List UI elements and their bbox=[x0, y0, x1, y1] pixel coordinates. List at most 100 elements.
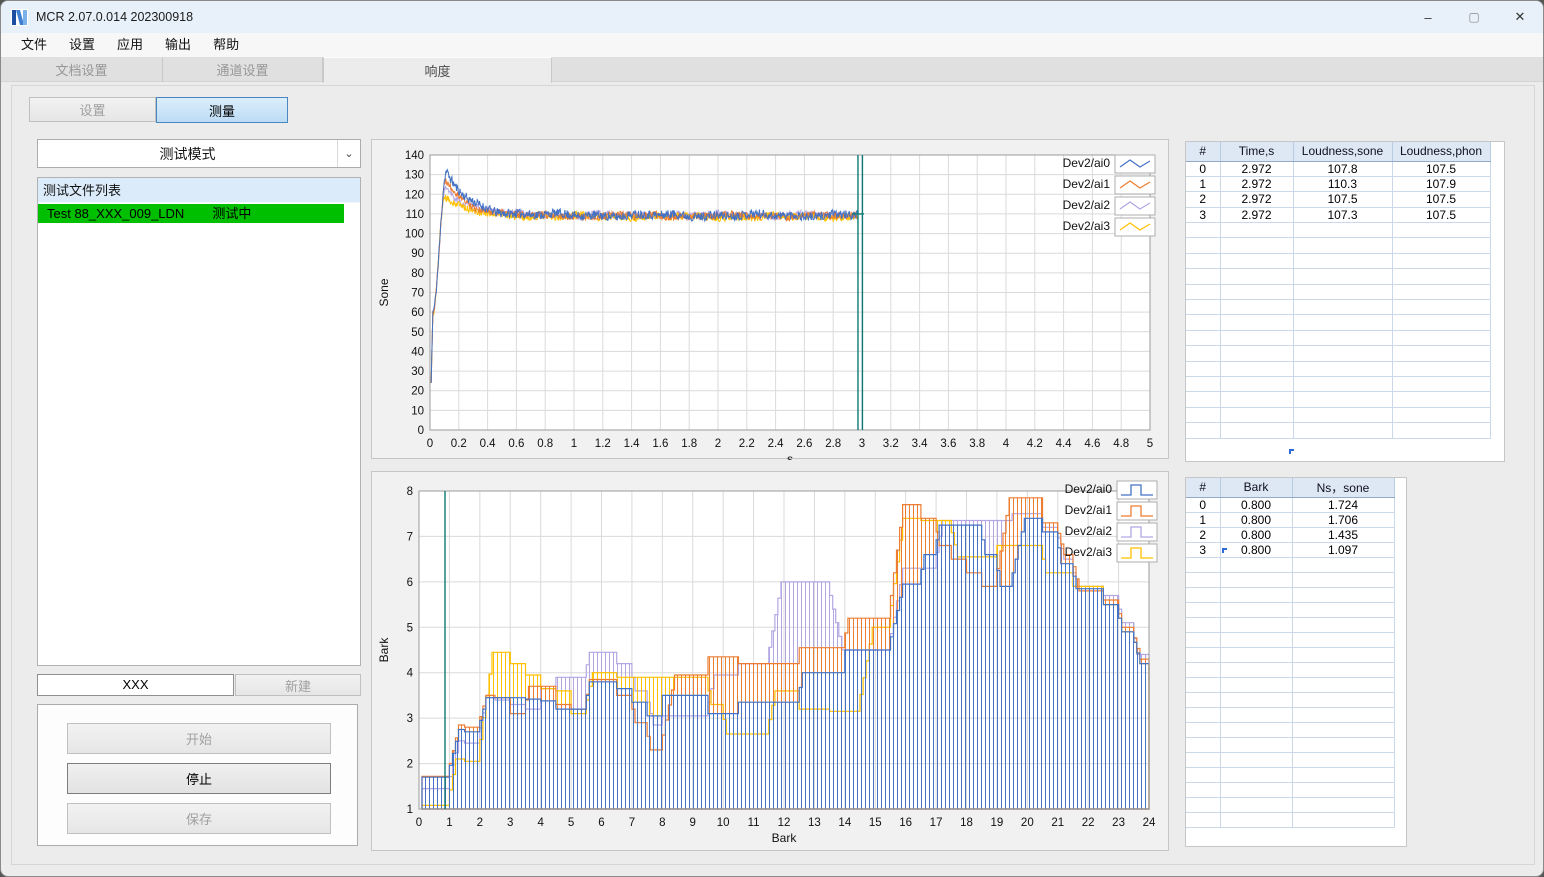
bark-table-row[interactable] bbox=[1186, 752, 1395, 768]
svg-text:120: 120 bbox=[405, 189, 424, 201]
loudness-table-row[interactable]: 2 2.972 107.5 107.5 bbox=[1186, 191, 1491, 208]
menu-item-4[interactable]: 帮助 bbox=[202, 33, 250, 57]
svg-text:10: 10 bbox=[717, 817, 730, 829]
bark-table-row[interactable] bbox=[1186, 782, 1395, 798]
loudness-table-row[interactable] bbox=[1186, 268, 1491, 285]
bark-table-cell: 1 bbox=[1186, 512, 1221, 528]
tab-0[interactable]: 文档设置 bbox=[1, 57, 163, 82]
loudness-table-row[interactable] bbox=[1186, 361, 1491, 377]
test-mode-value: 测试模式 bbox=[159, 145, 216, 162]
svg-text:0: 0 bbox=[416, 817, 422, 829]
loudness-table-row[interactable] bbox=[1186, 299, 1491, 316]
loudness-table-row[interactable] bbox=[1186, 314, 1491, 331]
bark-table-row[interactable] bbox=[1186, 692, 1395, 708]
svg-text:Sone: Sone bbox=[377, 278, 391, 306]
loudness-table-row[interactable]: 3 2.972 107.3 107.5 bbox=[1186, 207, 1491, 224]
bark-table-row[interactable] bbox=[1186, 722, 1395, 738]
loudness-table-row[interactable] bbox=[1186, 222, 1491, 239]
loudness-table-cell: 2.972 bbox=[1220, 207, 1294, 224]
tab-measure[interactable]: 测量 bbox=[156, 97, 288, 123]
loudness-table-row[interactable] bbox=[1186, 391, 1491, 408]
svg-text:8: 8 bbox=[659, 817, 665, 829]
loudness-table-row[interactable] bbox=[1186, 237, 1491, 254]
bark-table-row[interactable]: 1 0.800 1.706 bbox=[1186, 512, 1395, 528]
bark-table-row[interactable] bbox=[1186, 647, 1395, 663]
bark-table-cell: 0.800 bbox=[1220, 512, 1293, 528]
bark-table-cell: 0 bbox=[1186, 497, 1221, 513]
bark-table-row[interactable] bbox=[1186, 797, 1395, 813]
loudness-table-cell bbox=[1220, 268, 1294, 285]
app-icon bbox=[11, 8, 28, 26]
svg-text:4.4: 4.4 bbox=[1056, 438, 1073, 450]
chevron-down-icon[interactable]: ⌄ bbox=[337, 140, 360, 167]
bark-table-row[interactable] bbox=[1186, 572, 1395, 588]
menu-item-2[interactable]: 应用 bbox=[106, 33, 154, 57]
svg-text:50: 50 bbox=[411, 327, 424, 339]
loudness-table-cell: 107.5 bbox=[1293, 191, 1393, 208]
loudness-table-cell bbox=[1186, 268, 1221, 285]
minimize-button[interactable]: – bbox=[1405, 1, 1451, 33]
bark-table-cell bbox=[1186, 572, 1221, 588]
bark-table-row[interactable] bbox=[1186, 767, 1395, 783]
loudness-table-cell bbox=[1220, 237, 1294, 254]
loudness-table-header: Time,s bbox=[1220, 142, 1294, 162]
test-file-item[interactable]: Test 88_XXX_009_LDN 测试中 bbox=[38, 204, 344, 223]
bark-table-row[interactable] bbox=[1186, 707, 1395, 723]
loudness-table-cell bbox=[1220, 222, 1294, 239]
bark-table-row[interactable] bbox=[1186, 662, 1395, 678]
svg-text:21: 21 bbox=[1051, 817, 1064, 829]
loudness-table-cell bbox=[1186, 314, 1221, 331]
bark-table-row[interactable] bbox=[1186, 812, 1395, 828]
bark-table-cell bbox=[1292, 617, 1395, 633]
loudness-table-row[interactable]: 1 2.972 110.3 107.9 bbox=[1186, 176, 1491, 193]
loudness-table-cell bbox=[1220, 253, 1294, 270]
bark-table-row[interactable] bbox=[1186, 557, 1395, 573]
loudness-table-row[interactable] bbox=[1186, 284, 1491, 301]
new-button[interactable]: 新建 bbox=[235, 674, 361, 696]
loudness-table-cell bbox=[1293, 391, 1393, 408]
bark-table-row[interactable] bbox=[1186, 632, 1395, 648]
bark-table-row[interactable]: 2 0.800 1.435 bbox=[1186, 527, 1395, 543]
bark-table-row[interactable]: 0 0.800 1.724 bbox=[1186, 497, 1395, 513]
bark-table-row[interactable] bbox=[1186, 617, 1395, 633]
bark-table-row[interactable] bbox=[1186, 677, 1395, 693]
stop-button[interactable]: 停止 bbox=[67, 763, 331, 794]
test-file-list[interactable]: 测试文件列表 Test 88_XXX_009_LDN 测试中 bbox=[37, 177, 361, 666]
maximize-button[interactable]: ▢ bbox=[1451, 1, 1497, 33]
loudness-table-cell bbox=[1392, 376, 1491, 393]
menu-item-1[interactable]: 设置 bbox=[58, 33, 106, 57]
loudness-table-row[interactable] bbox=[1186, 345, 1491, 362]
loudness-table-cell bbox=[1220, 330, 1294, 347]
tab-1[interactable]: 通道设置 bbox=[163, 57, 323, 82]
loudness-table-cell bbox=[1186, 376, 1221, 393]
menu-item-0[interactable]: 文件 bbox=[10, 33, 58, 57]
loudness-table-row[interactable] bbox=[1186, 330, 1491, 347]
start-button[interactable]: 开始 bbox=[67, 723, 331, 754]
menu-item-3[interactable]: 输出 bbox=[154, 33, 202, 57]
bark-table-row[interactable] bbox=[1186, 602, 1395, 618]
bark-table-row[interactable]: 3 0.800 1.097 bbox=[1186, 542, 1395, 558]
loudness-table-cell bbox=[1186, 284, 1221, 301]
loudness-table-cell bbox=[1220, 391, 1294, 408]
svg-text:7: 7 bbox=[407, 531, 413, 543]
svg-text:8: 8 bbox=[407, 486, 413, 498]
file-name-input[interactable]: XXX bbox=[37, 674, 234, 696]
loudness-table-row[interactable]: 0 2.972 107.8 107.5 bbox=[1186, 161, 1491, 177]
bark-table-cell: 0.800 bbox=[1220, 542, 1293, 558]
save-button[interactable]: 保存 bbox=[67, 803, 331, 834]
bark-table-header: Ns，sone bbox=[1292, 478, 1395, 498]
loudness-table-row[interactable] bbox=[1186, 376, 1491, 393]
bark-table-cell bbox=[1220, 782, 1293, 798]
tab-2[interactable]: 响度 bbox=[323, 57, 552, 83]
loudness-table-row[interactable] bbox=[1186, 253, 1491, 270]
loudness-table-cell: 0 bbox=[1186, 161, 1221, 177]
tab-settings[interactable]: 设置 bbox=[29, 97, 156, 122]
svg-text:4: 4 bbox=[1003, 438, 1010, 450]
test-mode-select[interactable]: 测试模式 ⌄ bbox=[37, 139, 361, 168]
loudness-table-row[interactable] bbox=[1186, 422, 1491, 439]
bark-table-row[interactable] bbox=[1186, 587, 1395, 603]
loudness-table-row[interactable] bbox=[1186, 407, 1491, 424]
bark-table-row[interactable] bbox=[1186, 737, 1395, 753]
svg-text:6: 6 bbox=[407, 577, 413, 589]
close-button[interactable]: ✕ bbox=[1497, 1, 1543, 33]
